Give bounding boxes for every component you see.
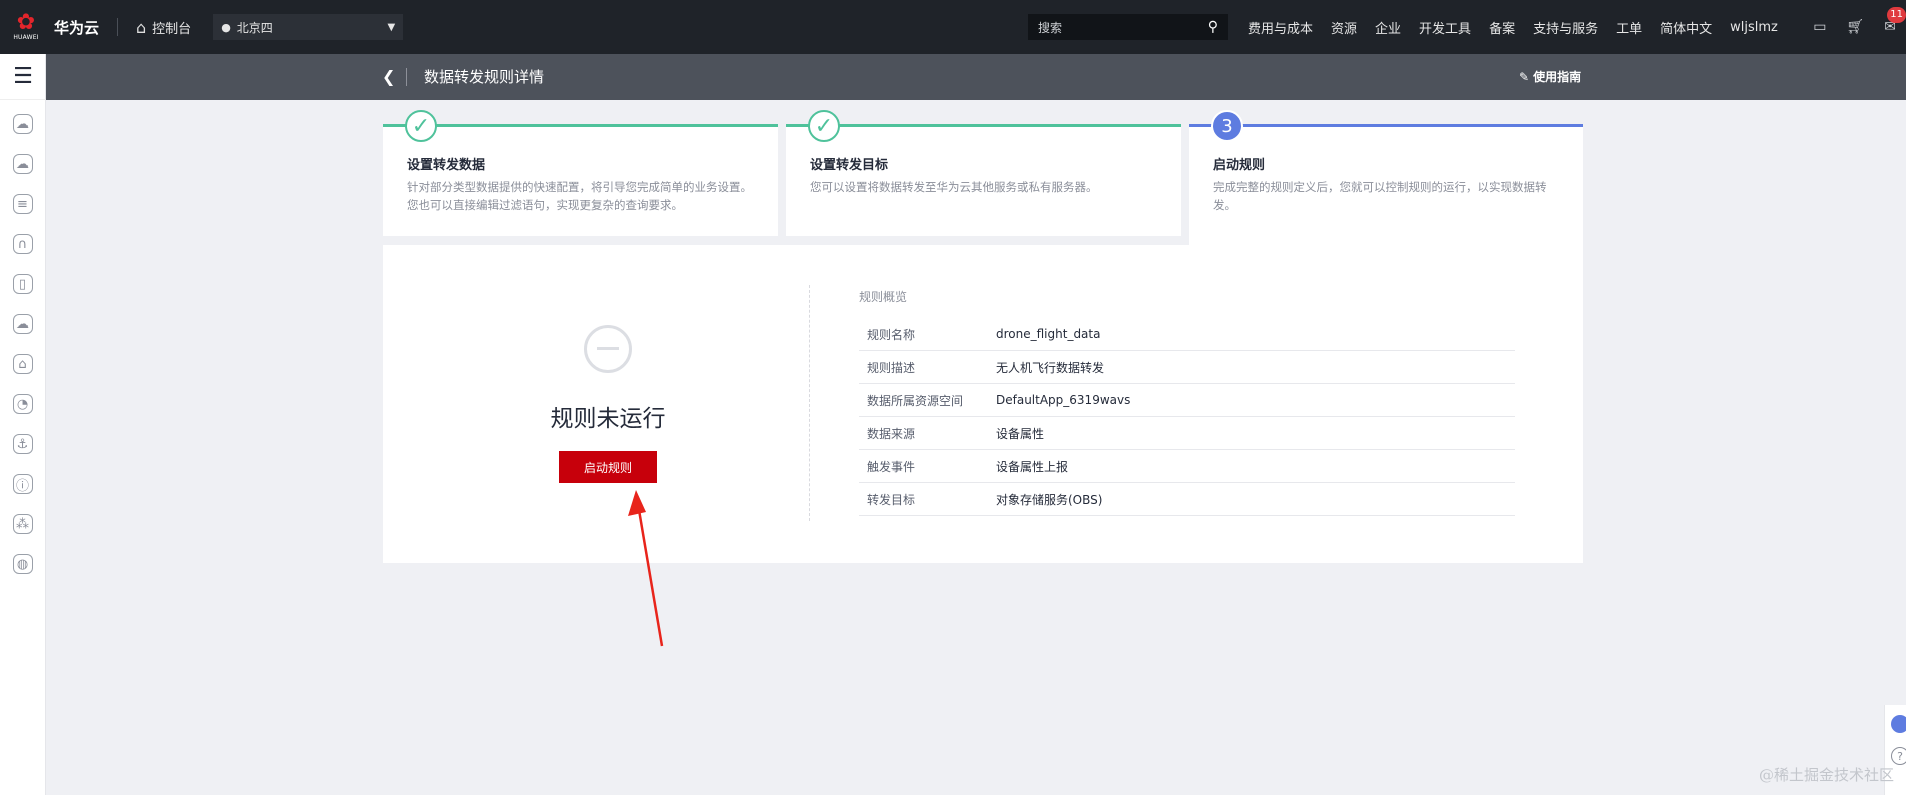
console-link[interactable]: ⌂ 控制台: [136, 18, 191, 37]
huawei-cloud-logo[interactable]: ✿ HUAWEI 华为云: [12, 10, 99, 44]
anchor-icon[interactable]: ⚓︎: [12, 434, 33, 454]
region-label: 北京四: [236, 20, 273, 35]
nav-resources[interactable]: 资源: [1331, 18, 1357, 37]
storage-icon[interactable]: ▯: [12, 274, 33, 294]
customer-service-icon[interactable]: [1891, 715, 1906, 733]
menu-icon[interactable]: ☰: [0, 54, 46, 100]
ip-icon[interactable]: ⓘ: [12, 474, 33, 494]
divider: [117, 18, 119, 36]
step-description: 完成完整的规则定义后，您就可以控制规则的运行，以实现数据转发。: [1213, 180, 1547, 212]
table-row: 规则名称 drone_flight_data: [859, 318, 1515, 351]
guide-label: 使用指南: [1533, 70, 1582, 84]
step-title: 设置转发目标: [810, 158, 889, 173]
row-key: 转发目标: [867, 492, 916, 507]
check-icon: ✓: [405, 110, 437, 142]
region-selector[interactable]: ● 北京四 ▼: [213, 14, 404, 40]
message-icon[interactable]: ✉ 11: [1884, 7, 1906, 35]
top-icon-group: ▭ 🛒︎ ✉ 11: [1813, 0, 1906, 54]
start-rule-button[interactable]: 启动规则: [559, 451, 657, 483]
page-title: 数据转发规则详情: [424, 68, 545, 86]
huawei-logo-icon: ✿ HUAWEI: [13, 10, 39, 42]
edit-icon: ✎: [1519, 69, 1530, 84]
nav-filing[interactable]: 备案: [1489, 18, 1515, 37]
search-input[interactable]: 搜索 ⚲: [1028, 14, 1228, 40]
row-key: 数据所属资源空间: [867, 393, 964, 408]
table-row: 数据所属资源空间 DefaultApp_6319wavs: [859, 384, 1515, 417]
annotation-arrow-icon: [628, 490, 664, 647]
step-progress-bar: [383, 124, 778, 127]
cluster-icon[interactable]: ⁂: [12, 514, 33, 534]
nav-enterprise[interactable]: 企业: [1375, 18, 1401, 37]
terminal-icon[interactable]: ▭: [1813, 19, 1826, 35]
table-row: 触发事件 设备属性上报: [859, 450, 1515, 483]
row-key: 规则描述: [867, 360, 916, 375]
globe-icon[interactable]: ◍: [12, 554, 33, 574]
nav-ticket[interactable]: 工单: [1616, 18, 1642, 37]
row-value: 对象存储服务(OBS): [996, 492, 1103, 507]
row-value: drone_flight_data: [996, 327, 1101, 341]
step-title: 启动规则: [1213, 158, 1266, 173]
nav-dev-tools[interactable]: 开发工具: [1419, 18, 1471, 37]
step-start-rule: 3 启动规则 完成完整的规则定义后，您就可以控制规则的运行，以实现数据转发。: [1189, 110, 1583, 245]
logo-text: 华为云: [54, 18, 100, 37]
row-value: 设备属性: [996, 426, 1045, 441]
divider: [809, 285, 810, 521]
search-icon[interactable]: ⚲: [1208, 19, 1218, 35]
not-running-icon: [584, 325, 632, 373]
cloud-icon[interactable]: ☁: [12, 154, 33, 174]
row-key: 数据来源: [867, 426, 916, 441]
back-arrow-icon[interactable]: ❮: [382, 67, 395, 86]
cloud-gauge-icon[interactable]: ◔: [12, 394, 33, 414]
row-value: 设备属性上报: [996, 459, 1069, 474]
watermark: @稀土掘金技术社区: [1758, 766, 1894, 784]
nav-user[interactable]: wljslmz: [1730, 20, 1778, 35]
step-set-target: ✓ 设置转发目标 您可以设置将数据转发至华为云其他服务或私有服务器。: [786, 110, 1181, 236]
search-placeholder: 搜索: [1038, 20, 1063, 35]
page-header: ❮ 数据转发规则详情 ✎ 使用指南: [46, 54, 1906, 100]
step-set-data: ✓ 设置转发数据 针对部分类型数据提供的快速配置，将引导您完成简单的业务设置。您…: [383, 110, 778, 236]
step-number: 3: [1211, 110, 1243, 142]
rule-status-text: 规则未运行: [550, 406, 666, 432]
help-icon[interactable]: ?: [1891, 747, 1906, 765]
divider: [406, 68, 407, 86]
cart-icon[interactable]: 🛒︎: [1846, 19, 1864, 35]
check-icon: ✓: [808, 110, 840, 142]
overview-table: 规则名称 drone_flight_data 规则描述 无人机飞行数据转发 数据…: [859, 318, 1515, 516]
rule-detail-panel: 规则未运行 启动规则 规则概览 规则名称 drone_flight_data 规…: [383, 245, 1583, 563]
message-badge: 11: [1887, 7, 1906, 23]
step-progress-bar: [786, 124, 1181, 127]
caret-down-icon: ▼: [387, 21, 396, 33]
nav-support[interactable]: 支持与服务: [1533, 18, 1598, 37]
step-description: 您可以设置将数据转发至华为云其他服务或私有服务器。: [810, 180, 1098, 194]
row-key: 规则名称: [867, 327, 916, 342]
location-pin-icon: ●: [221, 20, 231, 34]
nav-language[interactable]: 简体中文: [1660, 18, 1712, 37]
step-progress-bar: [1189, 124, 1583, 127]
left-service-rail: ☰ ☁ ☁ ≡ ∩ ▯ ☁ ⌂ ◔ ⚓︎ ⓘ ⁂ ◍: [0, 54, 46, 795]
row-value: 无人机飞行数据转发: [996, 360, 1105, 375]
overview-title: 规则概览: [859, 290, 908, 304]
step-description: 针对部分类型数据提供的快速配置，将引导您完成简单的业务设置。您也可以直接编辑过滤…: [407, 180, 752, 212]
top-menu: 费用与成本 资源 企业 开发工具 备案 支持与服务 工单 简体中文 wljslm…: [1248, 0, 1796, 54]
console-label: 控制台: [152, 21, 192, 37]
row-key: 触发事件: [867, 459, 916, 474]
table-row: 规则描述 无人机飞行数据转发: [859, 351, 1515, 384]
guide-link[interactable]: ✎ 使用指南: [1519, 68, 1581, 85]
table-row: 数据来源 设备属性: [859, 417, 1515, 450]
step-title: 设置转发数据: [407, 158, 486, 173]
row-value: DefaultApp_6319wavs: [996, 393, 1131, 407]
cloud-outline-icon[interactable]: ☁: [12, 314, 33, 334]
home-icon: ⌂: [136, 17, 147, 37]
nav-cost[interactable]: 费用与成本: [1248, 18, 1313, 37]
table-row: 转发目标 对象存储服务(OBS): [859, 483, 1515, 516]
cloud-server-icon[interactable]: ☁: [12, 114, 33, 134]
bridge-icon[interactable]: ∩: [12, 234, 33, 254]
database-icon[interactable]: ≡: [12, 194, 33, 214]
cloud-home-icon[interactable]: ⌂: [12, 354, 33, 374]
